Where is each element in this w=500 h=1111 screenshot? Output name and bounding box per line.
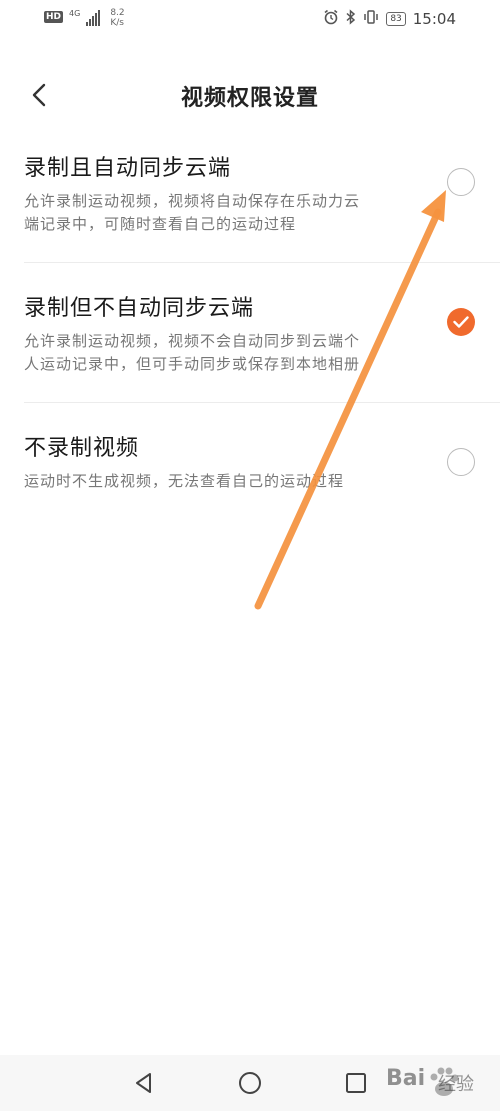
network-speed-unit: K/s — [110, 18, 124, 28]
watermark-suffix: 经验 — [438, 1074, 474, 1095]
option-description-line: 运动时不生成视频，无法查看自己的运动过程 — [24, 472, 345, 490]
option-description: 运动时不生成视频，无法查看自己的运动过程 — [24, 470, 436, 493]
nav-back-button[interactable] — [130, 1069, 158, 1097]
divider — [24, 262, 500, 263]
option-title: 不录制视频 — [24, 436, 140, 461]
battery-indicator: 83 — [386, 12, 406, 26]
option-description-line: 人运动记录中，但可手动同步或保存到本地相册 — [24, 355, 361, 373]
bluetooth-icon — [346, 9, 356, 29]
home-circle-icon — [239, 1072, 261, 1094]
nav-home-button[interactable] — [236, 1069, 264, 1097]
nav-recents-button[interactable] — [342, 1069, 370, 1097]
hd-badge: HD — [44, 11, 64, 23]
watermark-text: Bai — [386, 1066, 426, 1091]
app-header: 视频权限设置 — [0, 70, 500, 120]
option-description: 允许录制运动视频，视频不会自动同步到云端个 人运动记录中，但可手动同步或保存到本… — [24, 330, 436, 376]
vibrate-icon — [363, 9, 379, 29]
status-bar: HD 4G 8.2 K/s 83 15:04 — [0, 0, 500, 34]
recents-square-icon — [346, 1073, 366, 1093]
option-description: 允许录制运动视频，视频将自动保存在乐动力云 端记录中，可随时查看自己的运动过程 — [24, 190, 436, 236]
option-no-recording[interactable]: 不录制视频 运动时不生成视频，无法查看自己的运动过程 — [0, 420, 500, 510]
back-triangle-icon — [136, 1073, 151, 1093]
radio-selected[interactable] — [447, 308, 475, 336]
network-speed-value: 8.2 — [110, 8, 125, 18]
radio-unselected[interactable] — [447, 448, 475, 476]
status-right: 83 15:04 — [323, 9, 456, 29]
option-record-manual-sync[interactable]: 录制但不自动同步云端 允许录制运动视频，视频不会自动同步到云端个 人运动记录中，… — [0, 280, 500, 400]
network-speed: 8.2 K/s — [110, 8, 124, 28]
page-title: 视频权限设置 — [180, 86, 319, 111]
network-type: 4G — [69, 9, 81, 18]
option-description-line: 允许录制运动视频，视频不会自动同步到云端个 — [24, 332, 361, 350]
status-left: HD 4G 8.2 K/s — [44, 8, 125, 28]
option-description-line: 允许录制运动视频，视频将自动保存在乐动力云 — [24, 192, 361, 210]
checkmark-icon — [453, 316, 469, 328]
divider — [24, 402, 500, 403]
clock: 15:04 — [412, 10, 456, 28]
option-description-line: 端记录中，可随时查看自己的运动过程 — [24, 215, 297, 233]
option-title: 录制且自动同步云端 — [24, 156, 232, 181]
option-record-auto-sync[interactable]: 录制且自动同步云端 允许录制运动视频，视频将自动保存在乐动力云 端记录中，可随时… — [0, 140, 500, 260]
signal-icon — [86, 10, 101, 26]
option-title: 录制但不自动同步云端 — [24, 296, 255, 321]
radio-unselected[interactable] — [447, 168, 475, 196]
alarm-icon — [323, 9, 339, 29]
